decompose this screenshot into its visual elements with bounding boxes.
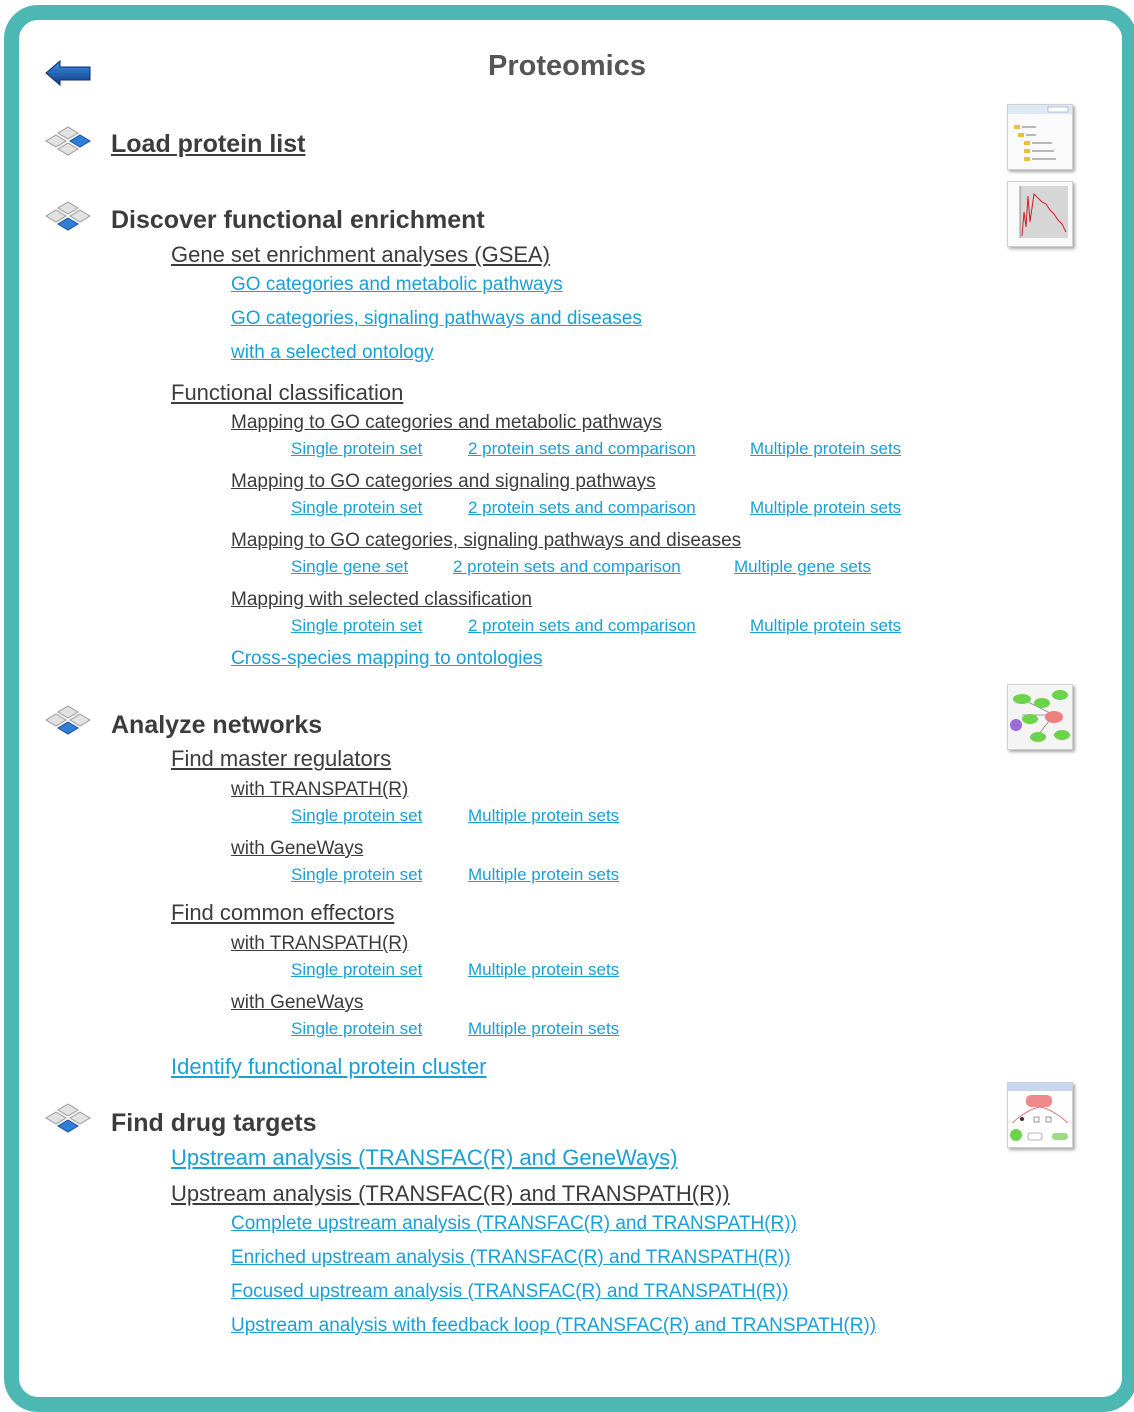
single-protein-set-link[interactable]: Single protein set	[291, 616, 422, 636]
effectors-transpath-link[interactable]: with TRANSPATH(R)	[231, 933, 408, 955]
network-thumbnail[interactable]	[1007, 684, 1073, 750]
multiple-protein-sets-link[interactable]: Multiple protein sets	[750, 616, 901, 636]
two-protein-sets-link[interactable]: 2 protein sets and comparison	[468, 616, 696, 636]
line-plot-thumbnail[interactable]	[1007, 181, 1073, 247]
enriched-upstream-link[interactable]: Enriched upstream analysis (TRANSFAC(R) …	[231, 1247, 791, 1269]
mapping-selected-classification-link[interactable]: Mapping with selected classification	[231, 589, 532, 611]
two-protein-sets-link[interactable]: 2 protein sets and comparison	[453, 557, 681, 577]
single-protein-set-link[interactable]: Single protein set	[291, 960, 422, 980]
upstream-transpath-link[interactable]: Upstream analysis (TRANSFAC(R) and TRANS…	[171, 1181, 730, 1207]
file-tree-thumbnail[interactable]	[1007, 104, 1073, 170]
functional-classification-link[interactable]: Functional classification	[171, 380, 403, 406]
mapping-go-signaling-link[interactable]: Mapping to GO categories and signaling p…	[231, 471, 656, 493]
page-title: Proteomics	[488, 50, 646, 82]
cube-stack-icon	[45, 1103, 91, 1133]
cube-stack-icon	[45, 126, 91, 156]
find-master-regulators-link[interactable]: Find master regulators	[171, 746, 391, 772]
mapping-go-diseases-link[interactable]: Mapping to GO categories, signaling path…	[231, 530, 741, 552]
gsea-go-signaling-link[interactable]: GO categories, signaling pathways and di…	[231, 308, 642, 330]
pathway-thumbnail[interactable]	[1007, 1082, 1073, 1148]
multiple-protein-sets-link[interactable]: Multiple protein sets	[468, 806, 619, 826]
gsea-go-metabolic-link[interactable]: GO categories and metabolic pathways	[231, 274, 563, 296]
gsea-link[interactable]: Gene set enrichment analyses (GSEA)	[171, 242, 550, 268]
cube-stack-icon	[45, 201, 91, 231]
multiple-gene-sets-link[interactable]: Multiple gene sets	[734, 557, 871, 577]
master-transpath-link[interactable]: with TRANSPATH(R)	[231, 779, 408, 801]
complete-upstream-link[interactable]: Complete upstream analysis (TRANSFAC(R) …	[231, 1213, 797, 1235]
section-heading-drug-targets: Find drug targets	[111, 1109, 317, 1137]
multiple-protein-sets-link[interactable]: Multiple protein sets	[468, 960, 619, 980]
load-protein-list-link[interactable]: Load protein list	[111, 130, 305, 159]
single-gene-set-link[interactable]: Single gene set	[291, 557, 408, 577]
gsea-selected-ontology-link[interactable]: with a selected ontology	[231, 342, 434, 364]
single-protein-set-link[interactable]: Single protein set	[291, 865, 422, 885]
single-protein-set-link[interactable]: Single protein set	[291, 439, 422, 459]
identify-protein-cluster-link[interactable]: Identify functional protein cluster	[171, 1054, 487, 1080]
mapping-go-metabolic-link[interactable]: Mapping to GO categories and metabolic p…	[231, 412, 662, 434]
multiple-protein-sets-link[interactable]: Multiple protein sets	[750, 498, 901, 518]
multiple-protein-sets-link[interactable]: Multiple protein sets	[750, 439, 901, 459]
single-protein-set-link[interactable]: Single protein set	[291, 1019, 422, 1039]
two-protein-sets-link[interactable]: 2 protein sets and comparison	[468, 439, 696, 459]
cube-stack-icon	[45, 705, 91, 735]
upstream-geneways-link[interactable]: Upstream analysis (TRANSFAC(R) and GeneW…	[171, 1145, 678, 1171]
effectors-geneways-link[interactable]: with GeneWays	[231, 992, 363, 1014]
cross-species-mapping-link[interactable]: Cross-species mapping to ontologies	[231, 648, 543, 670]
master-geneways-link[interactable]: with GeneWays	[231, 838, 363, 860]
focused-upstream-link[interactable]: Focused upstream analysis (TRANSFAC(R) a…	[231, 1281, 788, 1303]
section-heading-enrichment: Discover functional enrichment	[111, 206, 485, 234]
two-protein-sets-link[interactable]: 2 protein sets and comparison	[468, 498, 696, 518]
section-heading-networks: Analyze networks	[111, 711, 323, 739]
single-protein-set-link[interactable]: Single protein set	[291, 806, 422, 826]
multiple-protein-sets-link[interactable]: Multiple protein sets	[468, 1019, 619, 1039]
multiple-protein-sets-link[interactable]: Multiple protein sets	[468, 865, 619, 885]
single-protein-set-link[interactable]: Single protein set	[291, 498, 422, 518]
find-common-effectors-link[interactable]: Find common effectors	[171, 900, 394, 926]
feedback-loop-upstream-link[interactable]: Upstream analysis with feedback loop (TR…	[231, 1315, 876, 1337]
